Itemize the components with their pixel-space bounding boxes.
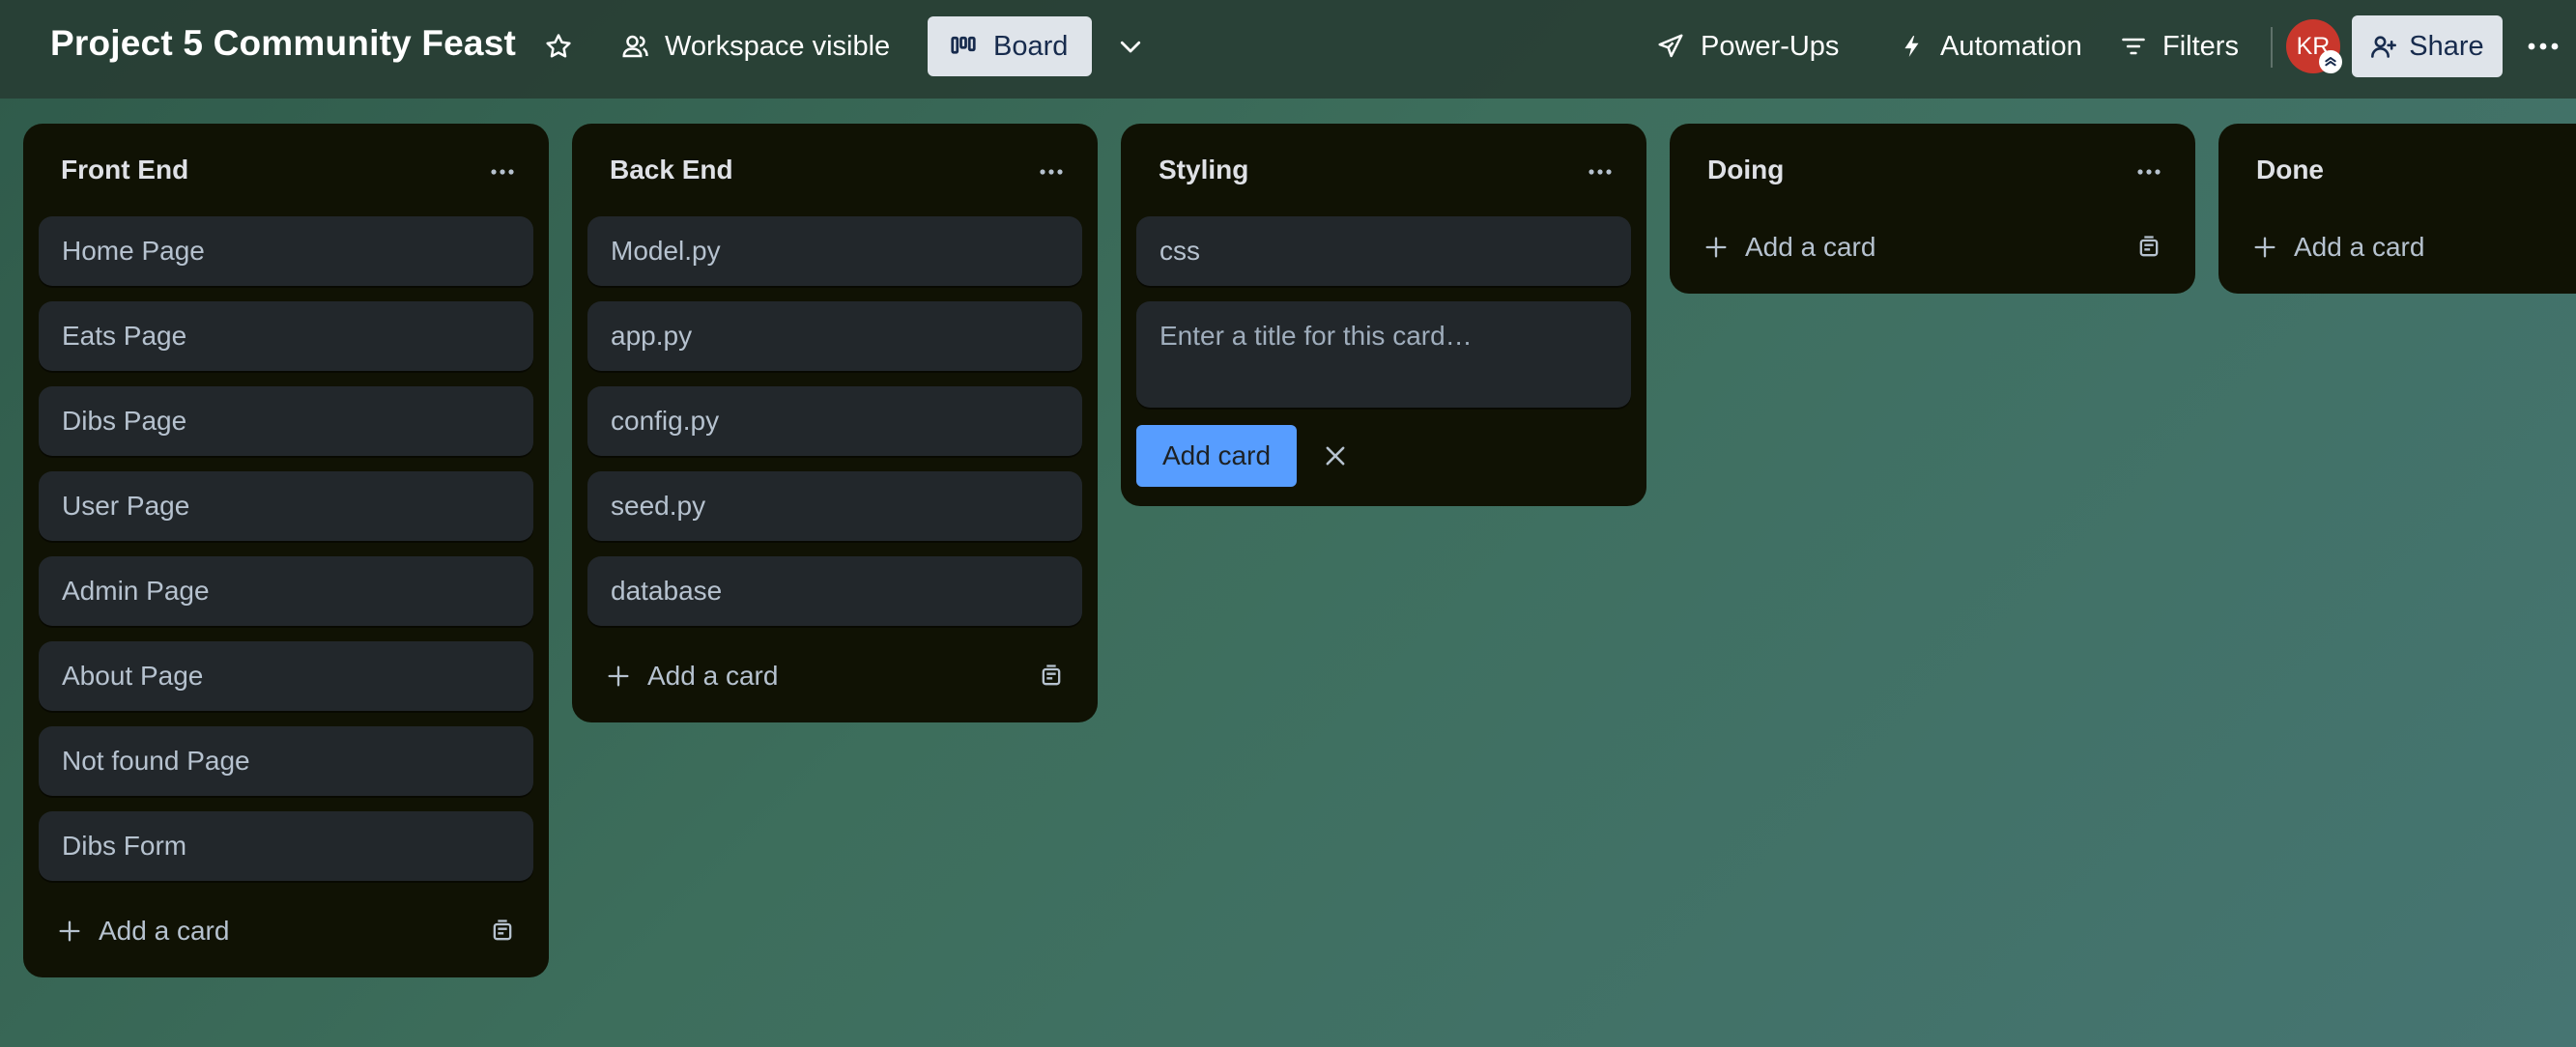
add-person-icon — [2371, 36, 2397, 58]
rocket-icon — [1658, 34, 1683, 58]
list-title[interactable]: Styling — [1159, 155, 1248, 185]
add-card-button[interactable]: Add a card — [2251, 223, 2424, 271]
card-title: seed.py — [611, 491, 706, 521]
card-title: css — [1159, 236, 1200, 266]
add-card-label: Add a card — [99, 916, 230, 946]
card-title: Eats Page — [62, 321, 187, 351]
card[interactable]: Model.py — [587, 216, 1082, 286]
card-title: About Page — [62, 661, 204, 691]
list-title[interactable]: Doing — [1707, 155, 1784, 185]
automation-button[interactable]: Automation — [1886, 16, 2096, 76]
add-card-submit-label: Add card — [1161, 440, 1272, 470]
add-card-label: Add a card — [647, 661, 779, 691]
add-card-button[interactable]: Add a card — [56, 907, 229, 955]
list-doing: Doing Add a card — [1670, 124, 2195, 294]
list-styling: Styling css Add card — [1121, 124, 1646, 506]
plus-icon — [2254, 237, 2275, 258]
card-title: Dibs Page — [62, 406, 187, 436]
power-ups-button[interactable]: Power-Ups — [1643, 16, 1852, 76]
card-title: config.py — [611, 406, 720, 436]
list-back-end: Back End Model.py app.py config.py seed.… — [572, 124, 1098, 722]
card-template-button[interactable] — [1034, 659, 1069, 693]
card-template-button[interactable] — [485, 914, 520, 948]
card[interactable]: app.py — [587, 301, 1082, 371]
filter-icon — [2122, 38, 2145, 55]
plus-icon — [59, 920, 80, 942]
power-ups-label: Power-Ups — [1701, 30, 1840, 62]
card-title: User Page — [62, 491, 190, 521]
card[interactable]: Not found Page — [39, 726, 533, 796]
list-menu-button[interactable] — [2130, 153, 2168, 191]
new-card-title-input[interactable] — [1136, 301, 1631, 408]
board-view-button[interactable]: Board — [928, 16, 1092, 76]
list-title[interactable]: Back End — [610, 155, 733, 185]
more-icon — [1589, 169, 1612, 175]
share-label: Share — [2409, 30, 2484, 62]
template-icon — [1042, 665, 1061, 686]
card[interactable]: config.py — [587, 386, 1082, 456]
card[interactable]: seed.py — [587, 471, 1082, 541]
card-title: app.py — [611, 321, 693, 351]
card[interactable]: About Page — [39, 641, 533, 711]
star-button[interactable] — [537, 16, 580, 76]
add-card-button[interactable]: Add a card — [1703, 223, 1875, 271]
board-header: Project 5 Community Feast Workspace visi… — [0, 0, 2576, 99]
card-title: Dibs Form — [62, 831, 187, 861]
card[interactable]: database — [587, 556, 1082, 626]
chevron-down-icon — [1120, 41, 1141, 53]
card[interactable]: Dibs Form — [39, 811, 533, 881]
list-menu-button[interactable] — [483, 153, 522, 191]
workspace-visible-label: Workspace visible — [665, 30, 891, 62]
people-icon — [622, 35, 648, 58]
card[interactable]: User Page — [39, 471, 533, 541]
filters-button[interactable]: Filters — [2106, 16, 2252, 76]
list-front-end: Front End Home Page Eats Page Dibs Page … — [23, 124, 549, 977]
share-button[interactable]: Share — [2352, 15, 2503, 77]
board-menu-button[interactable] — [2522, 25, 2564, 68]
card[interactable]: Admin Page — [39, 556, 533, 626]
card-title: Model.py — [611, 236, 721, 266]
header-divider — [2271, 27, 2273, 68]
lightning-icon — [1904, 36, 1919, 57]
board-view-label: Board — [993, 30, 1069, 62]
plus-icon — [608, 665, 629, 687]
list-title[interactable]: Done — [2256, 155, 2324, 185]
list-done: Done Add a card — [2218, 124, 2576, 294]
star-icon — [546, 34, 571, 58]
card[interactable]: Dibs Page — [39, 386, 533, 456]
add-card-submit-button[interactable]: Add card — [1136, 425, 1297, 487]
add-card-label: Add a card — [2294, 232, 2425, 262]
list-title[interactable]: Front End — [61, 155, 188, 185]
card-title: Home Page — [62, 236, 205, 266]
view-switcher-button[interactable] — [1109, 16, 1152, 76]
card[interactable]: Eats Page — [39, 301, 533, 371]
template-icon — [493, 920, 512, 941]
list-menu-button[interactable] — [1032, 153, 1071, 191]
card-title: Admin Page — [62, 576, 210, 606]
admin-badge-icon — [2319, 50, 2342, 73]
more-icon — [2137, 169, 2161, 175]
board-title[interactable]: Project 5 Community Feast — [50, 23, 516, 64]
more-icon — [491, 169, 514, 175]
add-card-label: Add a card — [1745, 232, 1876, 262]
card-template-button[interactable] — [2132, 230, 2166, 265]
template-icon — [2139, 236, 2159, 257]
close-icon — [1326, 446, 1345, 466]
card[interactable]: css — [1136, 216, 1631, 286]
card-title: Not found Page — [62, 746, 250, 776]
add-card-button[interactable]: Add a card — [605, 652, 778, 700]
card-title: database — [611, 576, 723, 606]
list-menu-button[interactable] — [1581, 153, 1619, 191]
automation-label: Automation — [1940, 30, 2082, 62]
filters-label: Filters — [2162, 30, 2239, 62]
board-icon — [951, 36, 976, 54]
plus-icon — [1705, 237, 1727, 258]
card[interactable]: Home Page — [39, 216, 533, 286]
workspace-visible-button[interactable]: Workspace visible — [607, 16, 903, 76]
more-icon — [2528, 42, 2559, 50]
close-composer-button[interactable] — [1314, 435, 1357, 477]
more-icon — [1040, 169, 1063, 175]
